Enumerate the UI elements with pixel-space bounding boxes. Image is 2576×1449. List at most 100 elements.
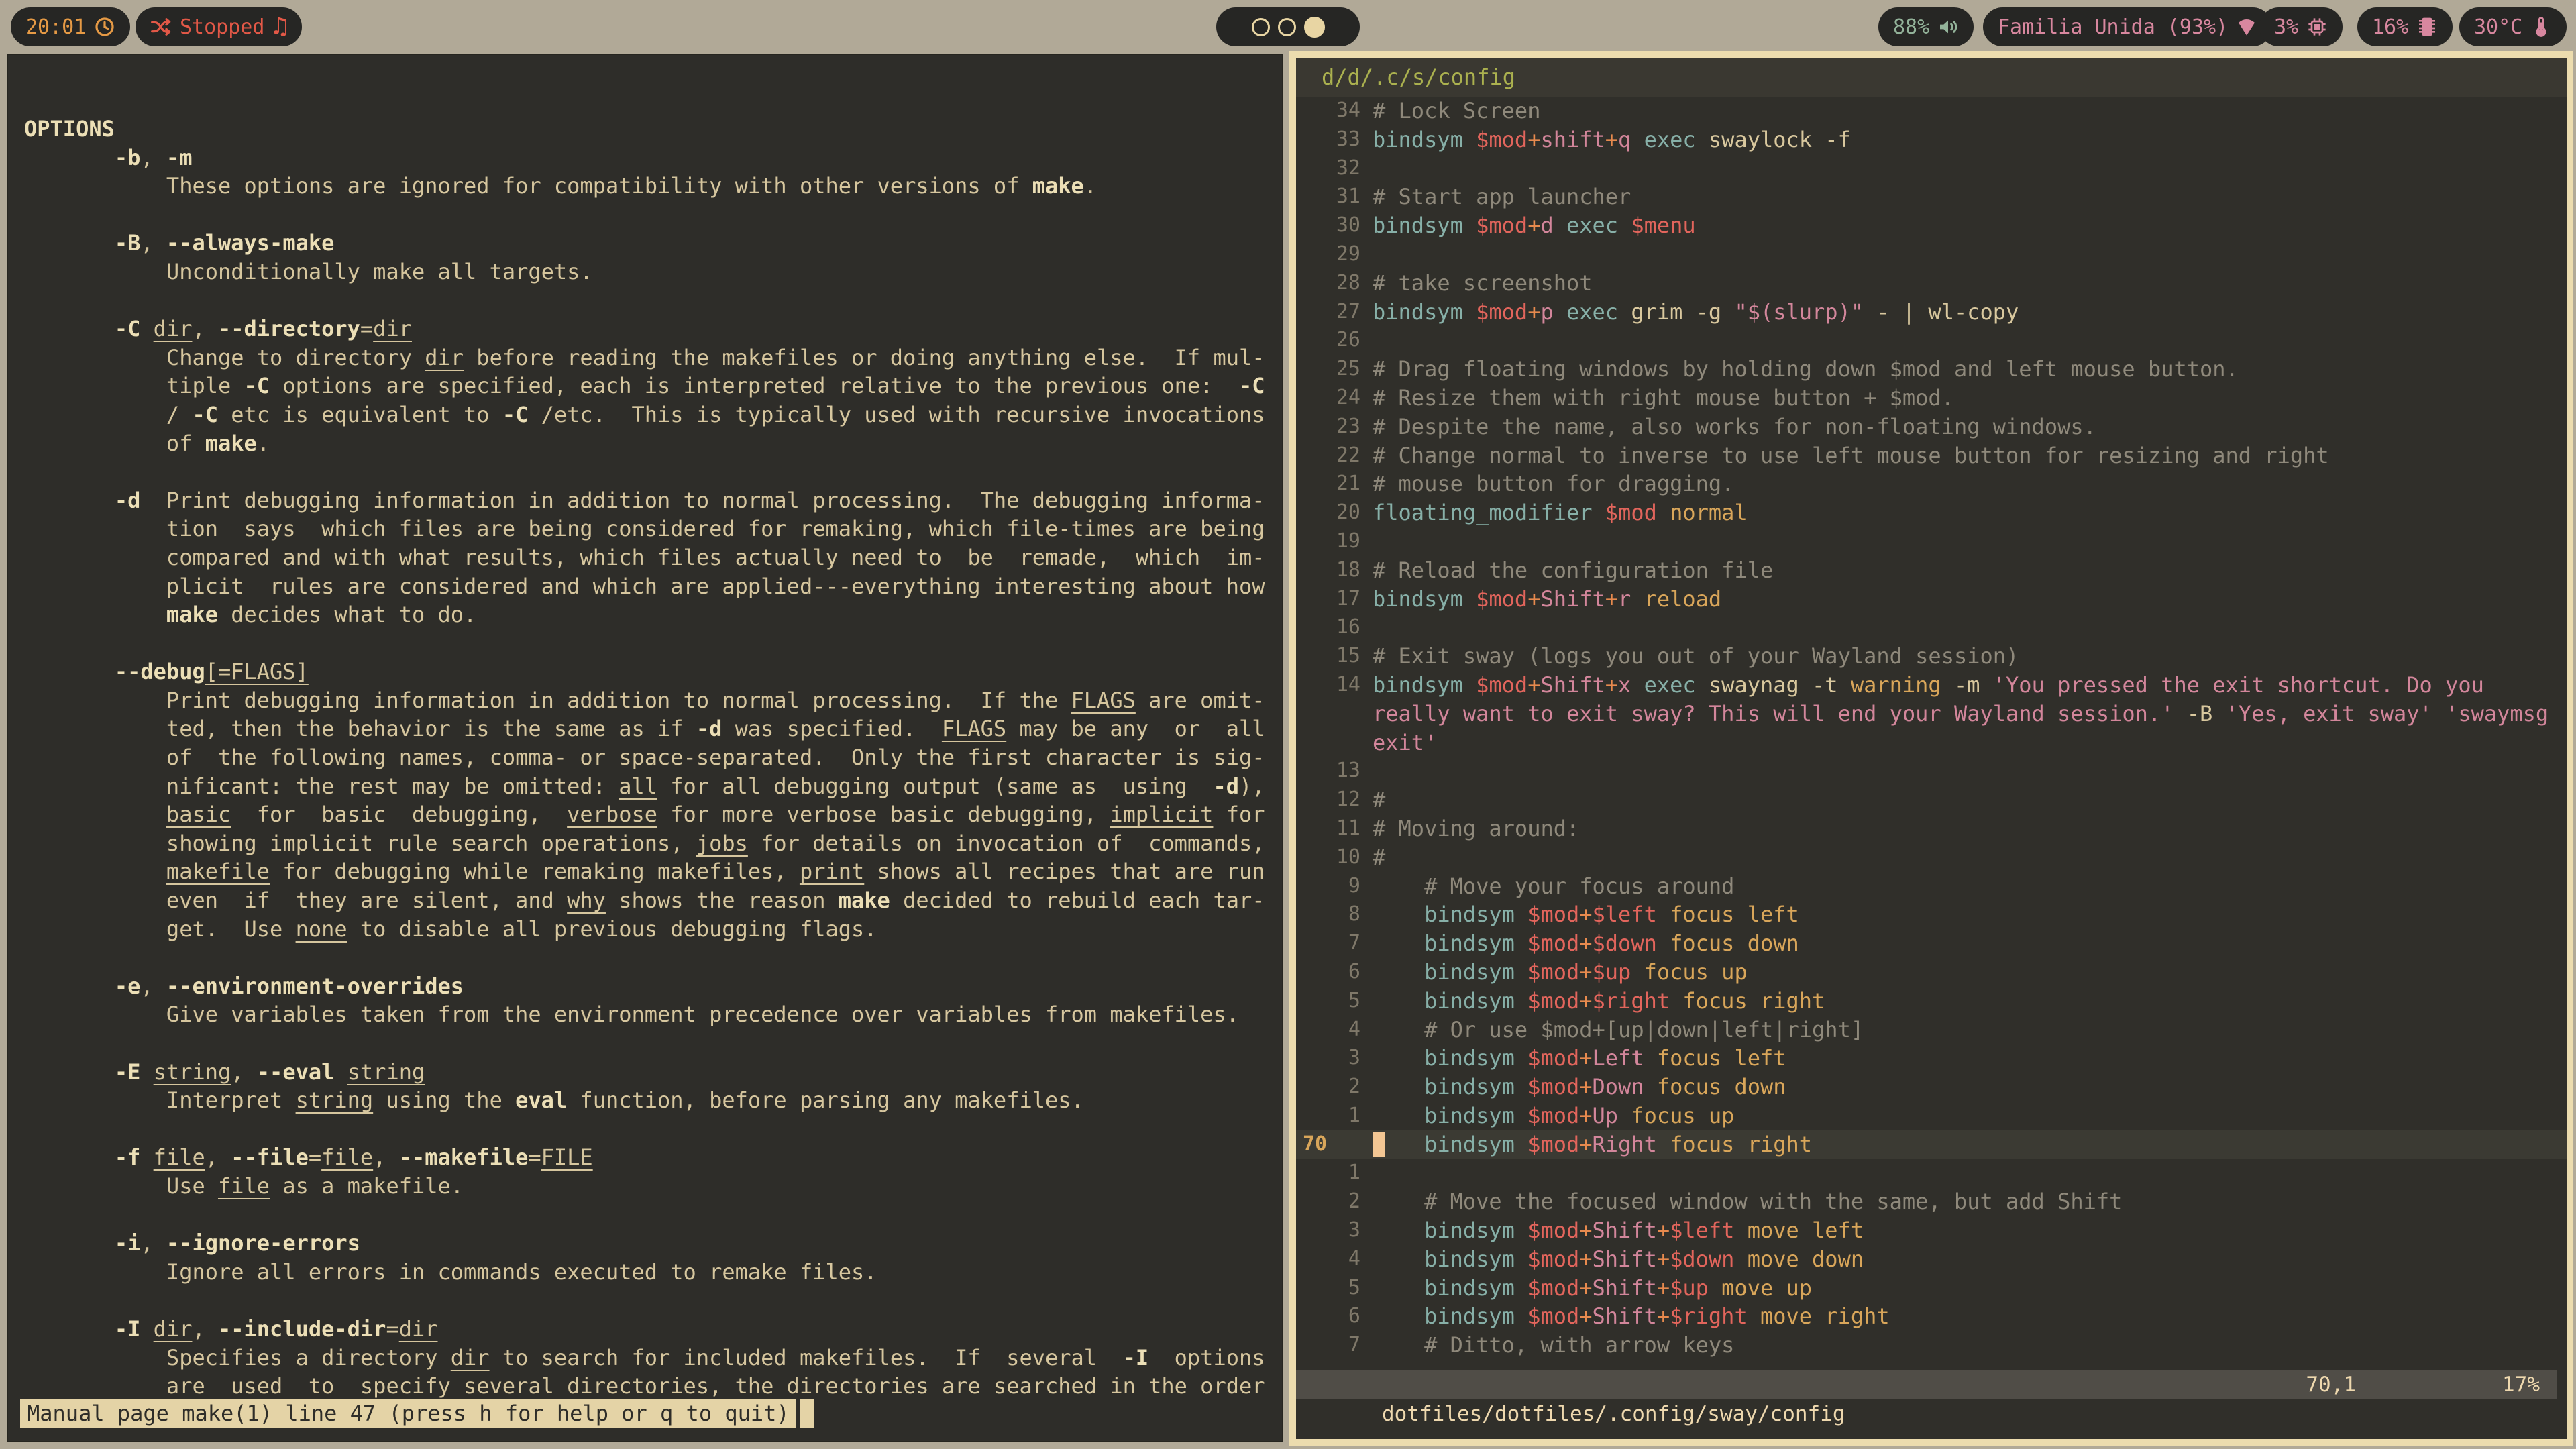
editor-line[interactable]: 10# xyxy=(1296,843,2567,872)
line-number: 29 xyxy=(1296,240,1360,269)
editor-line[interactable]: 30bindsym $mod+d exec $menu xyxy=(1296,211,2567,240)
editor-line[interactable]: 9 # Move your focus around xyxy=(1296,872,2567,901)
workspace-dot-1[interactable] xyxy=(1252,18,1270,36)
man-line: -b, -m xyxy=(24,144,1282,172)
line-number: 7 xyxy=(1296,929,1360,958)
editor-line[interactable]: 19 xyxy=(1296,527,2567,556)
editor-line[interactable]: 8 bindsym $mod+$left focus left xyxy=(1296,900,2567,929)
editor-line[interactable]: 5 bindsym $mod+$right focus right xyxy=(1296,987,2567,1016)
line-number: 7 xyxy=(1296,1331,1360,1360)
line-number: 21 xyxy=(1296,470,1360,498)
cpu-widget[interactable]: 3% xyxy=(2259,7,2343,46)
editor-line[interactable]: 5 bindsym $mod+Shift+$up move up xyxy=(1296,1274,2567,1303)
man-line: make decides what to do. xyxy=(24,600,1282,629)
media-widget[interactable]: Stopped ♫ xyxy=(136,7,302,46)
volume-widget[interactable]: 88% xyxy=(1878,7,1974,46)
line-number: 4 xyxy=(1296,1245,1360,1274)
workspace-dot-3-active[interactable] xyxy=(1304,17,1325,38)
man-line: -E string, --eval string xyxy=(24,1058,1282,1087)
line-number: 24 xyxy=(1296,384,1360,413)
editor-line[interactable]: 21# mouse button for dragging. xyxy=(1296,470,2567,498)
memory-usage: 16% xyxy=(2372,15,2408,39)
editor-title: d/d/.c/s/config xyxy=(1322,64,1515,90)
editor-line[interactable]: 13 xyxy=(1296,757,2567,786)
editor-line[interactable]: 32 xyxy=(1296,154,2567,183)
editor-line[interactable]: 12# xyxy=(1296,786,2567,814)
editor-line[interactable]: 33bindsym $mod+shift+q exec swaylock -f xyxy=(1296,125,2567,154)
line-number: 6 xyxy=(1296,1302,1360,1331)
clock-icon xyxy=(94,16,115,38)
man-line: plicit rules are considered and which ar… xyxy=(24,572,1282,601)
pager-status-line: Manual page make(1) line 47 (press h for… xyxy=(20,1399,814,1428)
terminal-window-manpage[interactable]: OPTIONS -b, -m These options are ignored… xyxy=(7,54,1283,1442)
man-line: compared and with what results, which fi… xyxy=(24,543,1282,572)
man-line: --debug[=FLAGS] xyxy=(24,657,1282,686)
editor-line[interactable]: 27bindsym $mod+p exec grim -g "$(slurp)"… xyxy=(1296,298,2567,327)
editor-buffer[interactable]: 34# Lock Screen33bindsym $mod+shift+q ex… xyxy=(1296,97,2567,1360)
editor-line[interactable]: 25# Drag floating windows by holding dow… xyxy=(1296,355,2567,384)
man-line: tiple -C options are specified, each is … xyxy=(24,372,1282,400)
workspace-dot-2[interactable] xyxy=(1278,18,1296,36)
clock-widget[interactable]: 20:01 xyxy=(11,7,130,46)
editor-line[interactable]: 16 xyxy=(1296,613,2567,642)
memory-widget[interactable]: 16% xyxy=(2357,7,2453,46)
editor-line[interactable]: 4 # Or use $mod+[up|down|left|right] xyxy=(1296,1016,2567,1044)
ram-icon xyxy=(2416,16,2438,38)
editor-line[interactable]: 14bindsym $mod+Shift+x exec swaynag -t w… xyxy=(1296,671,2567,700)
temperature-widget[interactable]: 30°C xyxy=(2459,7,2567,46)
editor-line[interactable]: 2 # Move the focused window with the sam… xyxy=(1296,1187,2567,1216)
editor-line[interactable]: 18# Reload the configuration file xyxy=(1296,556,2567,585)
editor-line[interactable]: 17bindsym $mod+Shift+r reload xyxy=(1296,585,2567,614)
editor-winbar: d/d/.c/s/config xyxy=(1296,58,2567,97)
line-number: 10 xyxy=(1296,843,1360,872)
editor-line[interactable]: 4 bindsym $mod+Shift+$down move down xyxy=(1296,1245,2567,1274)
man-line: Print debugging information in addition … xyxy=(24,686,1282,715)
line-number: 6 xyxy=(1296,958,1360,987)
editor-line[interactable]: 1 xyxy=(1296,1159,2567,1187)
network-widget[interactable]: Familia Unida (93%) xyxy=(1983,7,2272,46)
editor-line-cursor[interactable]: 70 bindsym $mod+Right focus right xyxy=(1296,1130,2567,1159)
editor-line[interactable]: 2 bindsym $mod+Down focus down xyxy=(1296,1073,2567,1102)
man-line: These options are ignored for compatibil… xyxy=(24,172,1282,201)
line-number: 16 xyxy=(1296,613,1360,642)
editor-line[interactable]: really want to exit sway? This will end … xyxy=(1296,700,2567,729)
line-number: 25 xyxy=(1296,355,1360,384)
editor-line[interactable]: 1 bindsym $mod+Up focus up xyxy=(1296,1102,2567,1130)
editor-line[interactable]: 11# Moving around: xyxy=(1296,814,2567,843)
editor-line[interactable]: 7 # Ditto, with arrow keys xyxy=(1296,1331,2567,1360)
editor-line[interactable]: 26 xyxy=(1296,326,2567,355)
vim-editor[interactable]: d/d/.c/s/config 34# Lock Screen33bindsym… xyxy=(1296,58,2567,1439)
editor-line[interactable]: 29 xyxy=(1296,240,2567,269)
editor-line[interactable]: 31# Start app launcher xyxy=(1296,182,2567,211)
workspace-switcher xyxy=(1216,7,1360,46)
man-line: Change to directory dir before reading t… xyxy=(24,343,1282,372)
editor-line[interactable]: 6 bindsym $mod+$up focus up xyxy=(1296,958,2567,987)
man-line: Unconditionally make all targets. xyxy=(24,258,1282,286)
shuffle-icon xyxy=(150,16,172,38)
manpage-content: OPTIONS -b, -m These options are ignored… xyxy=(8,55,1282,1441)
editor-line[interactable]: 15# Exit sway (logs you out of your Wayl… xyxy=(1296,642,2567,671)
line-number: 20 xyxy=(1296,498,1360,527)
line-number: 18 xyxy=(1296,556,1360,585)
editor-line[interactable]: 34# Lock Screen xyxy=(1296,97,2567,125)
editor-line[interactable]: 3 bindsym $mod+Left focus left xyxy=(1296,1044,2567,1073)
line-number: 14 xyxy=(1296,671,1360,700)
editor-line[interactable]: 22# Change normal to inverse to use left… xyxy=(1296,441,2567,470)
line-number: 13 xyxy=(1296,757,1360,786)
editor-line[interactable]: 6 bindsym $mod+Shift+$right move right xyxy=(1296,1302,2567,1331)
network-label: Familia Unida (93%) xyxy=(1998,15,2228,39)
man-line: nificant: the rest may be omitted: all f… xyxy=(24,772,1282,801)
editor-line[interactable]: 20floating_modifier $mod normal xyxy=(1296,498,2567,527)
editor-line[interactable]: 24# Resize them with right mouse button … xyxy=(1296,384,2567,413)
line-number: 8 xyxy=(1296,900,1360,929)
man-line: / -C etc is equivalent to -C /etc. This … xyxy=(24,400,1282,429)
editor-line[interactable]: 28# take screenshot xyxy=(1296,269,2567,298)
editor-line[interactable]: 7 bindsym $mod+$down focus down xyxy=(1296,929,2567,958)
man-line: get. Use none to disable all previous de… xyxy=(24,915,1282,944)
line-number: 34 xyxy=(1296,97,1360,125)
editor-line[interactable]: 3 bindsym $mod+Shift+$left move left xyxy=(1296,1216,2567,1245)
editor-line[interactable]: exit' xyxy=(1296,729,2567,757)
man-line: showing implicit rule search operations,… xyxy=(24,829,1282,858)
editor-line[interactable]: 23# Despite the name, also works for non… xyxy=(1296,413,2567,441)
man-line: -f file, --file=file, --makefile=FILE xyxy=(24,1143,1282,1172)
